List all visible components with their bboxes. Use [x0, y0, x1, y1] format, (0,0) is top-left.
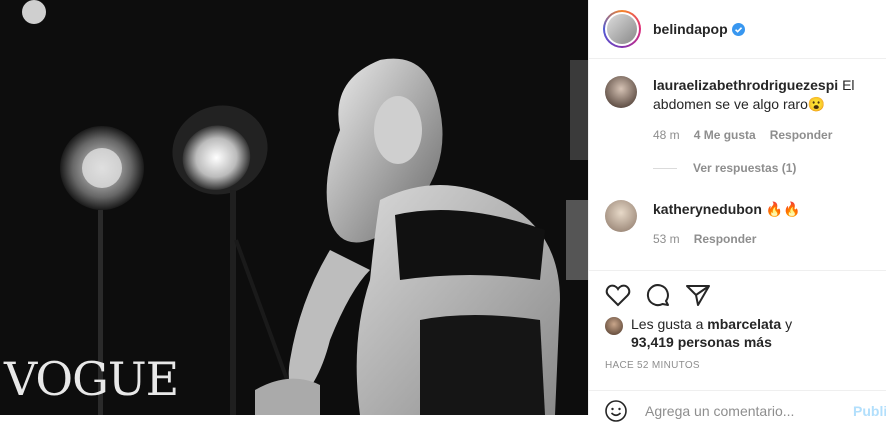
- avatar[interactable]: [605, 76, 637, 108]
- publish-button[interactable]: Publi: [853, 403, 886, 419]
- likes-conj: y: [785, 316, 793, 332]
- comment-time[interactable]: 48 m: [653, 128, 680, 142]
- vogue-watermark: VOGUE: [4, 352, 179, 406]
- emoji-icon[interactable]: [605, 400, 627, 422]
- likes-summary: Les gusta a mbarcelata y 93,419 personas…: [605, 315, 871, 351]
- comment-icon[interactable]: [645, 283, 671, 307]
- avatar[interactable]: [605, 200, 637, 232]
- comment-meta: 48 m 4 Me gusta Responder: [653, 128, 832, 142]
- comment-likes[interactable]: 4 Me gusta: [694, 128, 756, 142]
- avatar[interactable]: [605, 317, 623, 335]
- post-side-panel: belindapop lauraelizabethrodriguezespi E…: [588, 0, 886, 422]
- post-timestamp[interactable]: HACE 52 MINUTOS: [605, 360, 700, 371]
- post-actions-section: Les gusta a mbarcelata y 93,419 personas…: [589, 270, 886, 422]
- add-comment-bar: Agrega un comentario... Publi: [589, 390, 886, 422]
- post-photo[interactable]: VOGUE: [0, 0, 588, 415]
- comment-input[interactable]: Agrega un comentario...: [645, 403, 794, 419]
- comment-meta: 53 m Responder: [653, 232, 756, 246]
- comment-username[interactable]: lauraelizabethrodriguezespi: [653, 77, 838, 93]
- verified-icon: [731, 22, 745, 36]
- share-icon[interactable]: [685, 283, 711, 307]
- avatar[interactable]: [607, 14, 637, 44]
- comment-item: lauraelizabethrodriguezespi El abdomen s…: [605, 76, 883, 114]
- view-replies-label: Ver respuestas (1): [693, 161, 797, 175]
- comment-item: katherynedubon 🔥🔥: [605, 200, 883, 232]
- post-author-username[interactable]: belindapop: [653, 21, 728, 37]
- comment-text: katherynedubon 🔥🔥: [653, 200, 883, 232]
- view-replies-button[interactable]: Ver respuestas (1): [653, 161, 796, 175]
- reply-button[interactable]: Responder: [694, 232, 757, 246]
- comment-username[interactable]: katherynedubon: [653, 201, 762, 217]
- story-ring[interactable]: [603, 10, 641, 48]
- comment-body: 🔥🔥: [765, 201, 801, 217]
- post-header: belindapop: [589, 0, 886, 59]
- reply-button[interactable]: Responder: [770, 128, 833, 142]
- likes-prefix: Les gusta a: [631, 316, 704, 332]
- likes-count[interactable]: 93,419 personas más: [631, 334, 772, 350]
- heart-icon[interactable]: [605, 283, 631, 307]
- liker-username[interactable]: mbarcelata: [707, 316, 781, 332]
- action-icons: [605, 283, 711, 307]
- comment-text: lauraelizabethrodriguezespi El abdomen s…: [653, 76, 883, 114]
- comment-time[interactable]: 53 m: [653, 232, 680, 246]
- replies-divider: [653, 167, 677, 169]
